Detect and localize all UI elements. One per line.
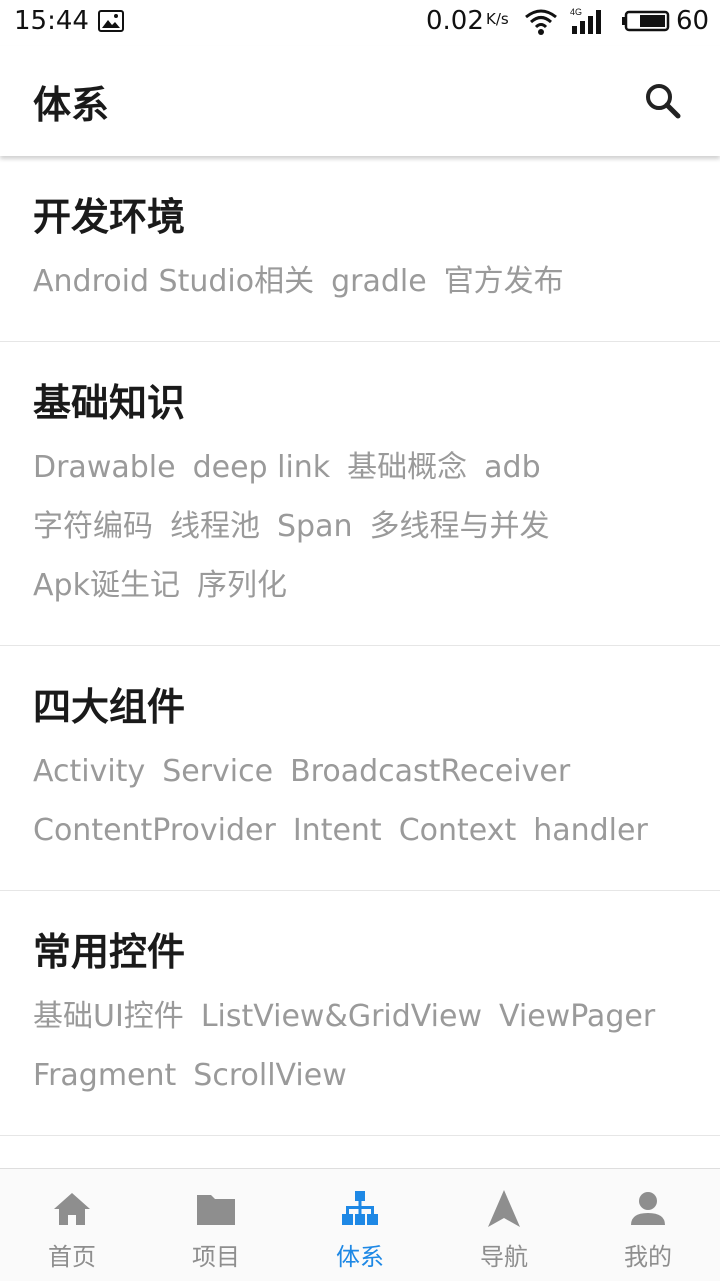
cell-signal-icon: 4G [570,7,601,34]
network-speed: 0.02 [426,6,484,36]
folder-icon [197,1195,235,1225]
tag[interactable]: Fragment [33,1046,176,1105]
status-bar: 15:44 0.02 K/s 4G 60 [0,0,720,46]
tag[interactable]: 基础UI控件 [33,987,184,1046]
battery-icon [622,10,670,32]
tag[interactable]: Span [277,497,352,556]
category-item[interactable]: 开发环境 Android Studio相关 gradle 官方发布 [0,156,720,342]
category-tags: Android Studio相关 gradle 官方发布 [33,252,687,311]
category-item[interactable]: 四大组件 Activity Service BroadcastReceiver … [0,646,720,891]
tag[interactable]: deep link [193,438,331,497]
tag[interactable]: Intent [293,801,382,860]
category-tags: Activity Service BroadcastReceiver Conte… [33,742,687,860]
tag[interactable]: Service [162,742,273,801]
category-title: 常用控件 [33,930,186,974]
category-item[interactable]: 基础知识 Drawable deep link 基础概念 adb 字符编码 线程… [0,342,720,646]
category-tags: Drawable deep link 基础概念 adb 字符编码 线程池 Spa… [33,438,687,615]
bottom-navigation: 首页 项目 体系 导航 我的 [0,1168,720,1281]
nav-item-home[interactable]: 首页 [0,1169,144,1281]
tag[interactable]: 官方发布 [444,252,564,311]
tag[interactable]: 线程池 [170,497,260,556]
category-title: 开发环境 [33,195,186,239]
nav-item-navigation[interactable]: 导航 [432,1169,576,1281]
nav-label: 体系 [336,1243,384,1271]
tag[interactable]: ContentProvider [33,801,276,860]
category-title: 基础知识 [33,381,186,425]
search-icon[interactable] [640,78,686,124]
image-notification-icon [98,10,124,32]
person-icon [631,1192,665,1225]
tag[interactable]: gradle [331,252,427,311]
navigation-icon [488,1190,520,1227]
tag[interactable]: ScrollView [193,1046,346,1105]
tag[interactable]: Apk诞生记 [33,556,180,615]
nav-item-projects[interactable]: 项目 [144,1169,288,1281]
status-time: 15:44 [14,6,89,36]
tag[interactable]: Drawable [33,438,176,497]
tag[interactable]: Context [399,801,517,860]
nav-label: 项目 [192,1243,240,1271]
nav-label: 首页 [48,1243,96,1271]
tag[interactable]: ListView&GridView [201,987,482,1046]
home-icon [54,1193,90,1225]
nav-item-mine[interactable]: 我的 [576,1169,720,1281]
category-item[interactable]: 常用控件 基础UI控件 ListView&GridView ViewPager … [0,891,720,1136]
tag[interactable]: ViewPager [499,987,655,1046]
tag[interactable]: handler [533,801,648,860]
nav-label: 我的 [624,1243,672,1271]
nav-item-system[interactable]: 体系 [288,1169,432,1281]
tag[interactable]: 多线程与并发 [369,497,549,556]
category-list: 开发环境 Android Studio相关 gradle 官方发布 基础知识 D… [0,156,720,1168]
nav-label: 导航 [480,1243,528,1271]
tag[interactable]: BroadcastReceiver [290,742,570,801]
hierarchy-icon [342,1191,378,1225]
tag[interactable]: adb [484,438,540,497]
wifi-icon [525,9,557,35]
page-title: 体系 [33,83,110,127]
battery-level: 60 [676,6,710,36]
tag[interactable]: Activity [33,742,145,801]
category-title: 四大组件 [33,685,186,729]
network-speed-unit: K/s [486,10,509,28]
network-type: 4G [570,7,582,17]
app-bar: 体系 [0,46,720,156]
tag[interactable]: 基础概念 [347,438,467,497]
tag[interactable]: 字符编码 [33,497,153,556]
tag[interactable]: 序列化 [197,556,287,615]
tag[interactable]: Android Studio相关 [33,252,314,311]
category-tags: 基础UI控件 ListView&GridView ViewPager Fragm… [33,987,687,1105]
